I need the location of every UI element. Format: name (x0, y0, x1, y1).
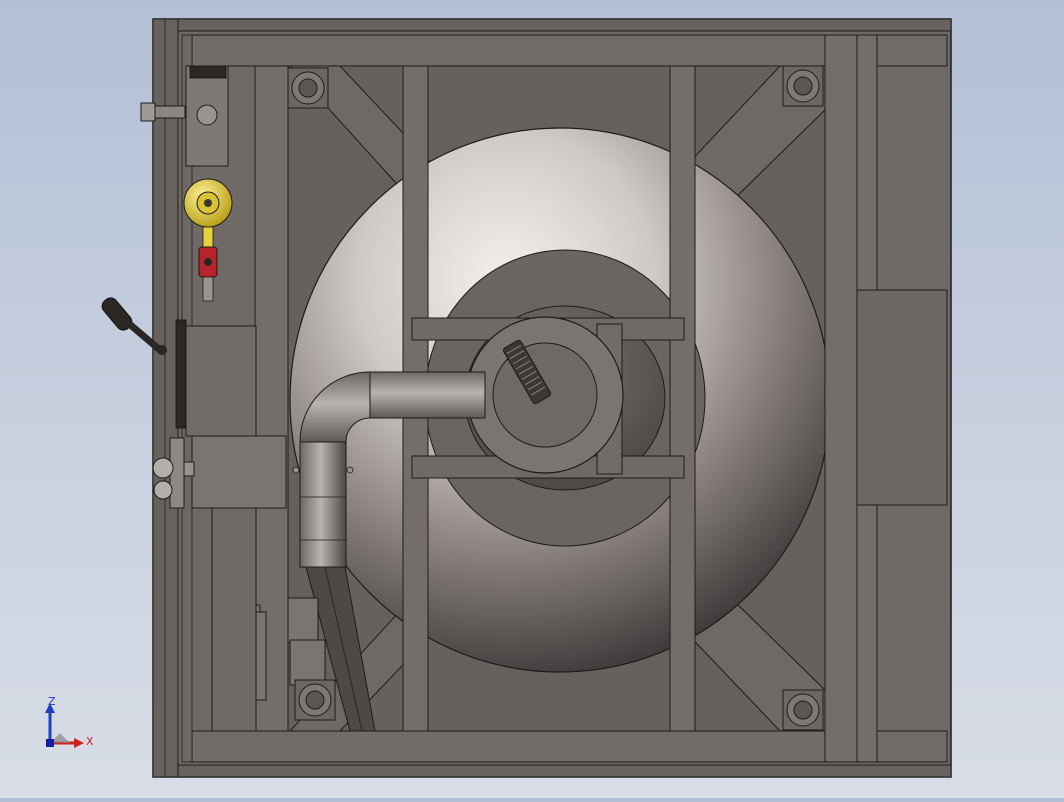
x-axis-label: X (86, 735, 94, 748)
hex-bolt-icon (782, 689, 824, 731)
z-axis-label: Z (48, 695, 56, 708)
sensor-port (196, 104, 218, 126)
handle-plate (175, 319, 187, 429)
cad-viewport[interactable]: Z X (0, 0, 1064, 798)
right-panel (856, 289, 948, 506)
bottom-edge (177, 764, 952, 778)
left-block (185, 325, 257, 437)
cad-drawing[interactable] (0, 0, 1064, 798)
left-channel (211, 507, 257, 732)
hex-bolt-icon (782, 65, 824, 107)
left-wall (152, 18, 179, 778)
hex-bolt-icon (287, 67, 329, 109)
sensor-cap (189, 65, 227, 79)
bearing-block (191, 435, 287, 509)
xyz-axes-icon: Z X (38, 695, 98, 755)
top-edge (177, 18, 952, 32)
hex-bolt-icon (294, 679, 336, 721)
sensor-nut (140, 102, 156, 122)
